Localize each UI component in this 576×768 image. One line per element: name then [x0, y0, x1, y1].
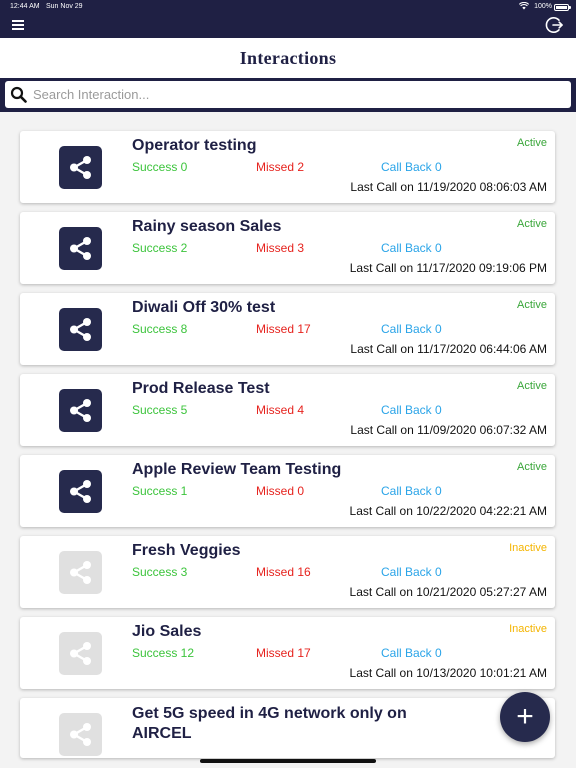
- interaction-card[interactable]: Get 5G speed in 4G network only on AIRCE…: [20, 698, 555, 758]
- callback-count: Call Back 0: [381, 160, 442, 174]
- success-count: Success 5: [132, 403, 188, 417]
- interaction-card[interactable]: Diwali Off 30% test Active Success 8 Mis…: [20, 293, 555, 365]
- callback-count: Call Back 0: [381, 646, 442, 660]
- callback-count: Call Back 0: [381, 565, 442, 579]
- missed-count: Missed 16: [256, 565, 311, 579]
- callback-count: Call Back 0: [381, 484, 442, 498]
- share-icon: [59, 632, 102, 675]
- status-badge: Inactive: [509, 542, 547, 554]
- page-title: Interactions: [239, 48, 337, 68]
- share-icon: [59, 308, 102, 351]
- interaction-card[interactable]: Apple Review Team Testing Active Success…: [20, 455, 555, 527]
- logout-icon[interactable]: [544, 15, 564, 35]
- success-count: Success 3: [132, 565, 188, 579]
- share-icon: [59, 713, 102, 756]
- share-icon: [59, 389, 102, 432]
- search-box[interactable]: [5, 81, 571, 108]
- search-icon: [10, 86, 27, 103]
- callback-count: Call Back 0: [381, 403, 442, 417]
- battery-tip: [569, 6, 571, 9]
- title-row: Interactions: [0, 38, 576, 78]
- missed-count: Missed 3: [256, 241, 305, 255]
- interaction-card[interactable]: Rainy season Sales Active Success 2 Miss…: [20, 212, 555, 284]
- interaction-name: Jio Sales: [132, 623, 202, 640]
- battery-percent: 100%: [534, 3, 552, 10]
- success-count: Success 0: [132, 160, 188, 174]
- callback-count: Call Back 0: [381, 322, 442, 336]
- status-badge: Active: [517, 299, 547, 311]
- missed-count: Missed 17: [256, 322, 311, 336]
- interaction-list[interactable]: Operator testing Active Success 0 Missed…: [0, 112, 576, 768]
- interaction-card[interactable]: Jio Sales Inactive Success 12 Missed 17 …: [20, 617, 555, 689]
- interaction-card[interactable]: Prod Release Test Active Success 5 Misse…: [20, 374, 555, 446]
- last-call: Last Call on 11/19/2020 08:06:03 AM: [350, 180, 547, 194]
- plus-icon: +: [516, 700, 534, 733]
- wifi-icon: [518, 1, 530, 12]
- status-badge: Active: [517, 380, 547, 392]
- interaction-name: Rainy season Sales: [132, 218, 282, 235]
- status-badge: Active: [517, 218, 547, 230]
- home-indicator: [200, 759, 376, 763]
- status-time: 12:44 AM: [10, 3, 40, 10]
- interaction-name: Get 5G speed in 4G network only on AIRCE…: [132, 705, 407, 742]
- success-count: Success 12: [132, 646, 195, 660]
- share-icon: [59, 146, 102, 189]
- interaction-name: Diwali Off 30% test: [132, 299, 276, 316]
- status-badge: Active: [517, 461, 547, 473]
- missed-count: Missed 17: [256, 646, 311, 660]
- success-count: Success 8: [132, 322, 188, 336]
- success-count: Success 1: [132, 484, 188, 498]
- share-icon: [59, 227, 102, 270]
- last-call: Last Call on 11/09/2020 06:07:32 AM: [350, 423, 547, 437]
- last-call: Last Call on 10/13/2020 10:01:21 AM: [349, 666, 547, 680]
- interaction-card[interactable]: Fresh Veggies Inactive Success 3 Missed …: [20, 536, 555, 608]
- share-icon: [59, 551, 102, 594]
- battery-icon: [554, 4, 569, 11]
- status-date: Sun Nov 29: [46, 3, 83, 10]
- missed-count: Missed 4: [256, 403, 305, 417]
- last-call: Last Call on 10/21/2020 05:27:27 AM: [349, 585, 547, 599]
- interaction-card[interactable]: Operator testing Active Success 0 Missed…: [20, 131, 555, 203]
- search-band: [0, 78, 576, 112]
- last-call: Last Call on 10/22/2020 04:22:21 AM: [349, 504, 547, 518]
- add-interaction-button[interactable]: +: [500, 692, 550, 742]
- top-bar: 12:44 AM Sun Nov 29 100%: [0, 0, 576, 38]
- callback-count: Call Back 0: [381, 241, 442, 255]
- missed-count: Missed 2: [256, 160, 305, 174]
- last-call: Last Call on 11/17/2020 09:19:06 PM: [349, 261, 547, 275]
- interaction-name: Operator testing: [132, 137, 257, 154]
- last-call: Last Call on 11/17/2020 06:44:06 AM: [350, 342, 547, 356]
- missed-count: Missed 0: [256, 484, 305, 498]
- interaction-name: Prod Release Test: [132, 380, 270, 397]
- status-badge: Inactive: [509, 623, 547, 635]
- interaction-name: Apple Review Team Testing: [132, 461, 342, 478]
- share-icon: [59, 470, 102, 513]
- success-count: Success 2: [132, 241, 188, 255]
- search-input[interactable]: [33, 81, 563, 108]
- hamburger-icon[interactable]: [10, 18, 26, 32]
- status-badge: Active: [517, 137, 547, 149]
- interaction-name: Fresh Veggies: [132, 542, 241, 559]
